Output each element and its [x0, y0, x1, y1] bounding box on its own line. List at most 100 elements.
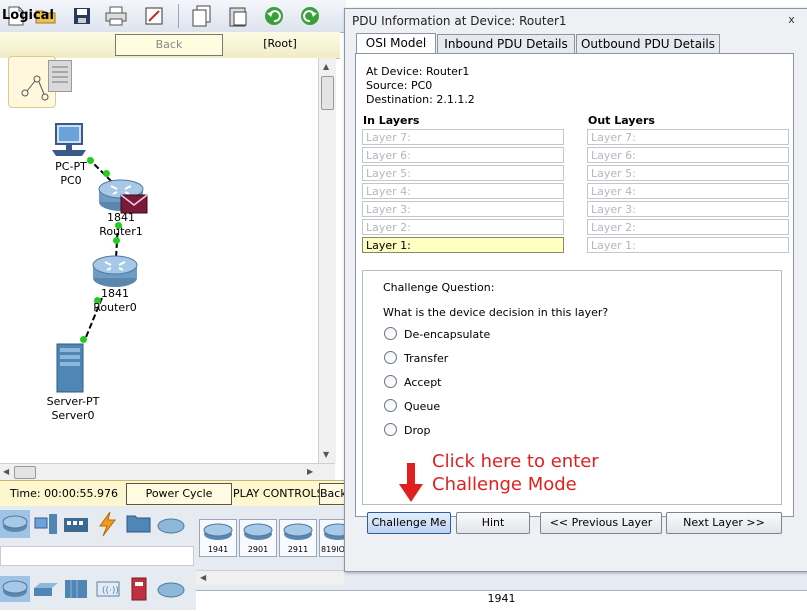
scroll-left-icon[interactable]: ◀: [200, 573, 206, 582]
pc0-name-label: PC0: [60, 174, 82, 187]
in-layers-header: In Layers: [363, 114, 420, 127]
out-layer-6[interactable]: Layer 6:: [587, 147, 789, 163]
challenge-question-text: What is the device decision in this laye…: [383, 306, 609, 319]
model-label: 2901: [247, 545, 269, 554]
close-icon[interactable]: x: [785, 14, 798, 27]
red-down-arrow-icon: [398, 462, 424, 507]
model-label: 819IO: [321, 545, 345, 554]
radio-de-encapsulate[interactable]: [384, 327, 397, 340]
router1-name-label: Router1: [99, 225, 143, 238]
hint-button[interactable]: Hint: [456, 512, 530, 534]
horizontal-scroll-thumb[interactable]: [14, 466, 36, 479]
tab-osi-model[interactable]: OSI Model: [356, 33, 436, 53]
in-layer-5[interactable]: Layer 5:: [362, 165, 564, 181]
scroll-up-icon[interactable]: ▲: [323, 62, 329, 71]
out-layer-7[interactable]: Layer 7:: [587, 129, 789, 145]
link-status-dot: [103, 170, 110, 177]
option-label: Transfer: [404, 352, 449, 365]
tray-scrollbar[interactable]: ◀: [196, 570, 344, 585]
play-controls-label: PLAY CONTROLS:: [233, 487, 328, 500]
out-layer-4[interactable]: Layer 4:: [587, 183, 789, 199]
end-devices-category-icon[interactable]: [32, 512, 60, 541]
in-layer-3[interactable]: Layer 3:: [362, 201, 564, 217]
radio-transfer[interactable]: [384, 351, 397, 364]
scroll-down-icon[interactable]: ▼: [323, 450, 329, 459]
next-layer-button[interactable]: Next Layer >>: [666, 512, 782, 534]
paste-icon[interactable]: [226, 4, 250, 28]
tab-outbound-pdu-details[interactable]: Outbound PDU Details: [576, 34, 720, 53]
model-2901-tile[interactable]: 2901: [239, 519, 277, 557]
wireless-subcategory-icon[interactable]: ((·)): [94, 578, 122, 603]
svg-text:((·)): ((·)): [102, 586, 119, 596]
router0-name-label: Router0: [93, 301, 137, 314]
annotation-line-1: Click here to enter: [432, 451, 599, 472]
router-subcategory-icon[interactable]: [0, 576, 30, 605]
destination-text: Destination: 2.1.1.2: [366, 93, 475, 106]
misc-category-icon[interactable]: [126, 512, 152, 539]
logical-workspace-title: Logical: [2, 8, 54, 23]
connections-category-icon[interactable]: [94, 510, 120, 541]
redo-icon[interactable]: [298, 4, 322, 28]
wan-emulation-subcategory-icon[interactable]: [156, 578, 186, 603]
canvas-horizontal-scrollbar[interactable]: ◀ ▶: [0, 463, 335, 481]
in-layer-7[interactable]: Layer 7:: [362, 129, 564, 145]
power-cycle-button[interactable]: Power Cycle Devices: [126, 483, 232, 520]
in-layer-4[interactable]: Layer 4:: [362, 183, 564, 199]
activity-wizard-icon[interactable]: [142, 4, 166, 28]
components-category-icon[interactable]: [62, 512, 90, 541]
workspace-back-button[interactable]: Back: [115, 34, 223, 56]
in-layer-2[interactable]: Layer 2:: [362, 219, 564, 235]
dialog-title: PDU Information at Device: Router1: [352, 14, 567, 28]
out-layer-3[interactable]: Layer 3:: [587, 201, 789, 217]
security-subcategory-icon[interactable]: [128, 576, 152, 605]
toolbar-separator: [178, 4, 179, 28]
out-layer-1[interactable]: Layer 1:: [587, 237, 789, 253]
wan-cloud-category-icon[interactable]: [156, 514, 186, 539]
scroll-left-icon[interactable]: ◀: [3, 467, 9, 476]
router-category-icon[interactable]: [0, 510, 30, 541]
scroll-right-icon[interactable]: ▶: [307, 467, 313, 476]
model-1941-tile[interactable]: 1941: [199, 519, 237, 557]
model-label: 2911: [287, 545, 309, 554]
out-layer-2[interactable]: Layer 2:: [587, 219, 789, 235]
radio-queue[interactable]: [384, 399, 397, 412]
device-search-box[interactable]: [0, 546, 194, 566]
save-icon[interactable]: [70, 4, 94, 28]
option-label: Accept: [404, 376, 442, 389]
link-status-dot: [113, 237, 120, 244]
print-icon[interactable]: [104, 4, 128, 28]
in-layer-6[interactable]: Layer 6:: [362, 147, 564, 163]
vertical-scroll-thumb[interactable]: [321, 76, 334, 110]
out-layer-5[interactable]: Layer 5:: [587, 165, 789, 181]
canvas-vertical-scrollbar[interactable]: ▲ ▼: [318, 58, 336, 463]
challenge-me-button[interactable]: Challenge Me: [367, 512, 451, 534]
simulation-time: Time: 00:00:55.976: [10, 487, 119, 500]
selected-model-label: 1941: [196, 590, 807, 611]
pc-icon[interactable]: [50, 122, 90, 163]
server0-type-label: Server-PT: [46, 395, 100, 408]
radio-accept[interactable]: [384, 375, 397, 388]
pc0-type-label: PC-PT: [55, 160, 87, 173]
router-icon[interactable]: [91, 254, 139, 291]
source-text: Source: PC0: [366, 79, 433, 92]
tab-inbound-pdu-details[interactable]: Inbound PDU Details: [437, 34, 575, 53]
hub-subcategory-icon[interactable]: [62, 578, 90, 603]
at-device-text: At Device: Router1: [366, 65, 470, 78]
server-icon[interactable]: [54, 342, 88, 397]
copy-icon[interactable]: [190, 4, 214, 28]
switch-subcategory-icon[interactable]: [32, 580, 60, 603]
annotation-line-2: Challenge Mode: [432, 474, 577, 495]
radio-drop[interactable]: [384, 423, 397, 436]
out-layers-header: Out Layers: [588, 114, 655, 127]
model-2911-tile[interactable]: 2911: [279, 519, 317, 557]
challenge-title: Challenge Question:: [383, 281, 495, 294]
option-label: Drop: [404, 424, 431, 437]
router0-type-label: 1841: [101, 287, 129, 300]
root-label: [Root]: [263, 37, 297, 50]
option-label: De-encapsulate: [404, 328, 491, 341]
in-layer-1[interactable]: Layer 1:: [362, 237, 564, 253]
undo-icon[interactable]: [262, 4, 286, 28]
option-label: Queue: [404, 400, 441, 413]
previous-layer-button[interactable]: << Previous Layer: [540, 512, 662, 534]
server0-name-label: Server0: [51, 409, 95, 422]
